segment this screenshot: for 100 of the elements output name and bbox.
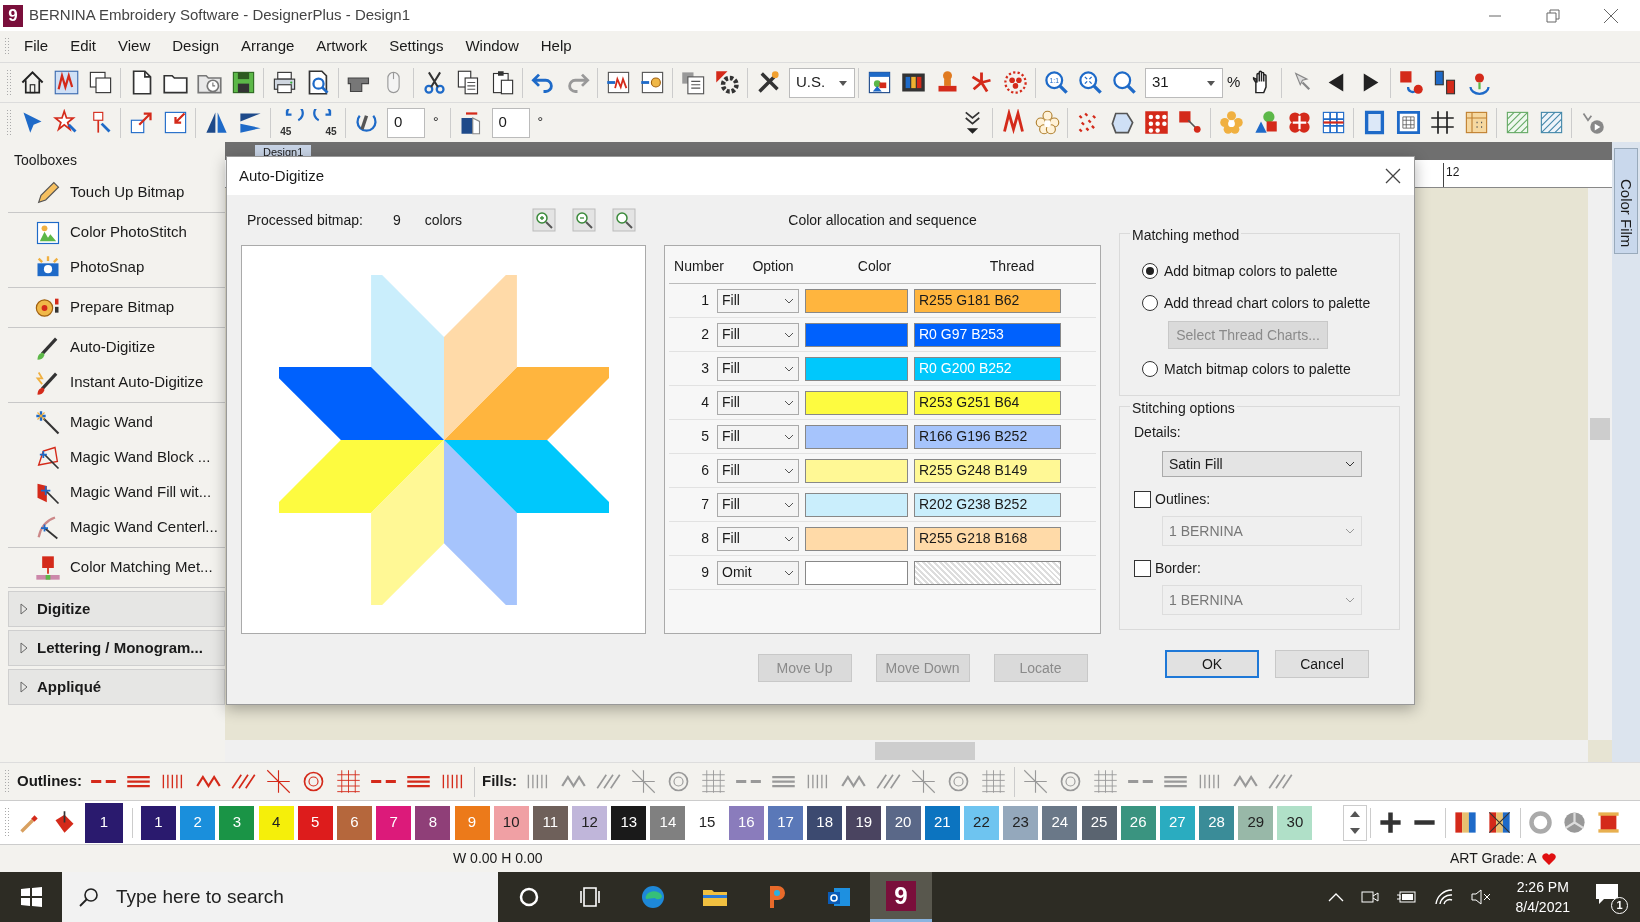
toolbox-section[interactable]: Appliqué — [8, 669, 225, 705]
color-swatch[interactable] — [805, 492, 908, 517]
color-swatch[interactable]: 8 — [415, 805, 451, 840]
palette-scroller[interactable] — [1342, 804, 1367, 841]
color-swatch[interactable]: 6 — [336, 805, 372, 840]
color-swatch[interactable] — [805, 288, 908, 313]
color-swatch[interactable]: 2 — [180, 805, 216, 840]
app-logo[interactable]: 9 — [886, 880, 916, 911]
color-swatch[interactable]: 7 — [376, 805, 412, 840]
color-swatch[interactable]: 1 — [141, 805, 176, 840]
wifi-icon[interactable] — [1433, 888, 1454, 906]
toolbox-item[interactable]: PhotoSnap — [8, 250, 225, 285]
option-dropdown[interactable]: Fill — [717, 458, 799, 483]
menu-item[interactable]: Window — [454, 35, 530, 58]
fill-pattern-icon[interactable] — [1022, 768, 1050, 795]
toolbox-item[interactable]: Color PhotoStitch — [8, 215, 225, 250]
menu-item[interactable]: Settings — [378, 35, 455, 58]
ok-button[interactable]: OK — [1165, 650, 1259, 678]
color-swatch[interactable]: 14 — [650, 805, 686, 840]
gear-icon[interactable] — [713, 69, 741, 96]
color-swatch[interactable]: 26 — [1120, 805, 1156, 840]
clock-date[interactable]: 8/4/2021 — [1515, 897, 1570, 918]
radio-button[interactable] — [1142, 263, 1158, 279]
clock-time[interactable]: 2:26 PM — [1516, 876, 1569, 897]
zoom-field[interactable]: 31 — [1145, 67, 1223, 98]
document-list-icon[interactable] — [679, 69, 707, 96]
toolbox-item[interactable]: Magic Wand Centerl... — [8, 510, 225, 545]
color-swatch[interactable] — [805, 390, 908, 415]
muted-speaker-icon[interactable] — [1469, 888, 1492, 906]
option-dropdown[interactable]: Fill — [717, 288, 799, 313]
color-swatch[interactable]: 12 — [572, 805, 608, 840]
battery-icon[interactable] — [1395, 890, 1418, 904]
vertical-scrollbar[interactable] — [1588, 188, 1612, 740]
menu-item[interactable]: Arrange — [230, 35, 306, 58]
color-swatch[interactable]: 16 — [728, 805, 764, 840]
menu-item[interactable]: Design — [161, 35, 230, 58]
option-dropdown[interactable]: Fill — [717, 424, 799, 449]
outline-style-icon[interactable] — [265, 768, 292, 795]
color-swatch[interactable]: 10 — [493, 805, 529, 840]
flower-outline-icon[interactable] — [1033, 109, 1061, 136]
color-swatch[interactable]: 20 — [885, 805, 921, 840]
menu-item[interactable]: Artwork — [305, 35, 379, 58]
skew-angle-field[interactable]: 0 — [491, 107, 530, 138]
radio-option[interactable]: Match bitmap colors to palette — [1130, 353, 1389, 385]
needle-icon[interactable] — [1176, 109, 1204, 136]
menu-item[interactable]: Edit — [59, 35, 108, 58]
menu-item[interactable]: Help — [529, 35, 583, 58]
option-dropdown[interactable]: Fill — [717, 322, 799, 347]
color-swatch[interactable]: 23 — [1003, 805, 1039, 840]
color-swatch[interactable]: 28 — [1199, 805, 1235, 840]
toolbox-item[interactable]: Color Matching Met... — [8, 550, 225, 585]
toolbox-item[interactable]: Auto-Digitize — [8, 330, 225, 365]
zoom-fit-icon[interactable] — [1076, 69, 1104, 96]
outline-style-icon[interactable] — [335, 768, 362, 795]
color-swatch[interactable]: 5 — [297, 805, 333, 840]
color-swatch[interactable]: 11 — [532, 805, 568, 840]
dotted-circle-icon[interactable] — [1001, 69, 1029, 96]
option-dropdown[interactable]: Fill — [717, 390, 799, 415]
fill-pattern-icon[interactable] — [910, 768, 938, 795]
flower-import-icon[interactable] — [638, 69, 666, 96]
search-field[interactable]: Type here to search — [114, 881, 474, 913]
toolbox-item[interactable]: Instant Auto-Digitize — [8, 365, 225, 400]
details-dropdown[interactable]: Satin Fill — [1162, 451, 1362, 477]
toolbox-item[interactable]: Magic Wand — [8, 405, 225, 440]
toolbox-item[interactable]: Touch Up Bitmap — [8, 175, 225, 210]
zoom-out-icon[interactable] — [572, 208, 597, 232]
color-swatch[interactable]: 24 — [1042, 805, 1078, 840]
color-swatch[interactable]: 25 — [1081, 805, 1117, 840]
chevron-up-icon[interactable] — [1327, 892, 1344, 902]
toolbox-item[interactable]: Prepare Bitmap — [8, 290, 225, 325]
down-icon[interactable] — [1348, 827, 1361, 835]
color-swatch[interactable]: 30 — [1277, 805, 1313, 840]
color-swatch[interactable]: 19 — [846, 805, 882, 840]
color-swatch[interactable] — [805, 356, 908, 381]
color-swatch[interactable]: 1 — [85, 802, 123, 843]
dotted-fill-icon[interactable] — [1142, 109, 1170, 136]
color-swatch[interactable] — [805, 560, 908, 585]
grid-frame-icon[interactable] — [1394, 109, 1422, 136]
color-swatch[interactable]: 21 — [924, 805, 960, 840]
up-icon[interactable] — [1348, 810, 1361, 818]
zoom-fit-icon[interactable] — [612, 208, 637, 232]
color-swatch[interactable]: 13 — [611, 805, 647, 840]
color-swatch[interactable]: 18 — [807, 805, 843, 840]
close-icon[interactable] — [1384, 167, 1402, 185]
menu-item[interactable]: File — [13, 35, 60, 58]
color-swatch[interactable]: 17 — [768, 805, 803, 840]
option-dropdown[interactable]: Omit — [717, 560, 799, 585]
units-dropdown[interactable]: U.S. — [789, 67, 855, 98]
radio-button[interactable] — [1142, 361, 1158, 377]
horizontal-scrollbar[interactable] — [225, 740, 1588, 762]
fill-pattern-icon[interactable] — [630, 768, 658, 795]
menu-item[interactable]: View — [107, 35, 162, 58]
rotation-angle-field[interactable]: 0 — [387, 107, 425, 138]
color-swatch[interactable] — [805, 458, 908, 483]
radio-option[interactable]: Add bitmap colors to palette — [1130, 255, 1389, 287]
toolbox-item[interactable]: Magic Wand Fill wit... — [8, 475, 225, 510]
color-swatch[interactable] — [805, 424, 908, 449]
option-dropdown[interactable]: Fill — [717, 492, 799, 517]
search-box[interactable]: Type here to search — [62, 872, 498, 922]
color-swatch[interactable]: 3 — [219, 805, 255, 840]
